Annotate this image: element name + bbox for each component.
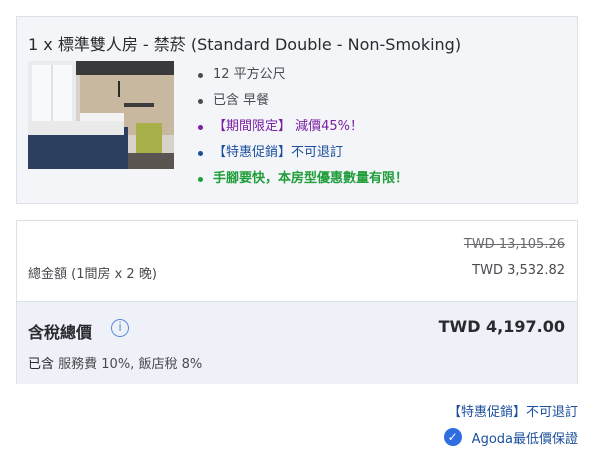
tax-included-prefix: 已含 bbox=[28, 357, 55, 372]
feature-room-size: 12 平方公尺 bbox=[194, 65, 408, 91]
tax-note: 已含 服務費 10%, 飯店稅 8% bbox=[28, 353, 202, 372]
feature-text: 【特惠促銷】不可退訂 bbox=[213, 145, 344, 160]
total-label: 含稅總價 bbox=[28, 323, 93, 342]
promo-non-refundable-link[interactable]: 【特惠促銷】不可退訂 bbox=[448, 401, 578, 420]
feature-limited-discount: 【期間限定】 減價45%！ bbox=[194, 117, 408, 143]
feature-text: 已含 早餐 bbox=[213, 93, 270, 108]
bullet-icon bbox=[198, 99, 203, 104]
check-circle-icon: ✓ bbox=[443, 428, 462, 446]
feature-breakfast: 已含 早餐 bbox=[194, 91, 408, 117]
bullet-icon bbox=[198, 125, 203, 130]
room-features-list: 12 平方公尺 已含 早餐 【期間限定】 減價45%！ 【特惠促銷】不可退訂 手… bbox=[194, 65, 408, 195]
feature-text: 12 平方公尺 bbox=[213, 67, 286, 82]
info-icon[interactable]: i bbox=[111, 319, 129, 337]
original-price: TWD 13,105.26 bbox=[463, 237, 565, 252]
room-photo[interactable] bbox=[28, 61, 174, 169]
total-with-tax-section: 含稅總價 i TWD 4,197.00 已含 服務費 10%, 飯店稅 8% bbox=[17, 301, 577, 384]
bullet-icon bbox=[198, 73, 203, 78]
feature-text: 手腳要快，本房型優惠數量有限！ bbox=[213, 171, 409, 186]
bullet-icon bbox=[198, 177, 203, 182]
subtotal-label: 總金額 (1間房 x 2 晚) bbox=[28, 267, 157, 282]
feature-limited-availability: 手腳要快，本房型優惠數量有限！ bbox=[194, 169, 408, 195]
bullet-icon bbox=[198, 151, 203, 156]
feature-text: 【期間限定】 減價45%！ bbox=[213, 119, 364, 134]
total-value: TWD 4,197.00 bbox=[438, 317, 565, 336]
room-title: 1 x 標準雙人房 - 禁菸 (Standard Double - Non-Sm… bbox=[28, 35, 462, 54]
room-photo-illustration bbox=[28, 61, 174, 169]
tax-breakdown: 服務費 10%, 飯店稅 8% bbox=[58, 357, 203, 372]
subtotal-value: TWD 3,532.82 bbox=[472, 263, 565, 278]
price-summary-card: TWD 13,105.26 總金額 (1間房 x 2 晚) TWD 3,532.… bbox=[16, 220, 578, 384]
feature-non-refundable: 【特惠促銷】不可退訂 bbox=[194, 143, 408, 169]
room-summary-card: 1 x 標準雙人房 - 禁菸 (Standard Double - Non-Sm… bbox=[16, 16, 578, 204]
best-price-guarantee[interactable]: ✓ Agoda最低價保證 bbox=[443, 427, 578, 447]
guarantee-text: Agoda最低價保證 bbox=[471, 431, 578, 447]
